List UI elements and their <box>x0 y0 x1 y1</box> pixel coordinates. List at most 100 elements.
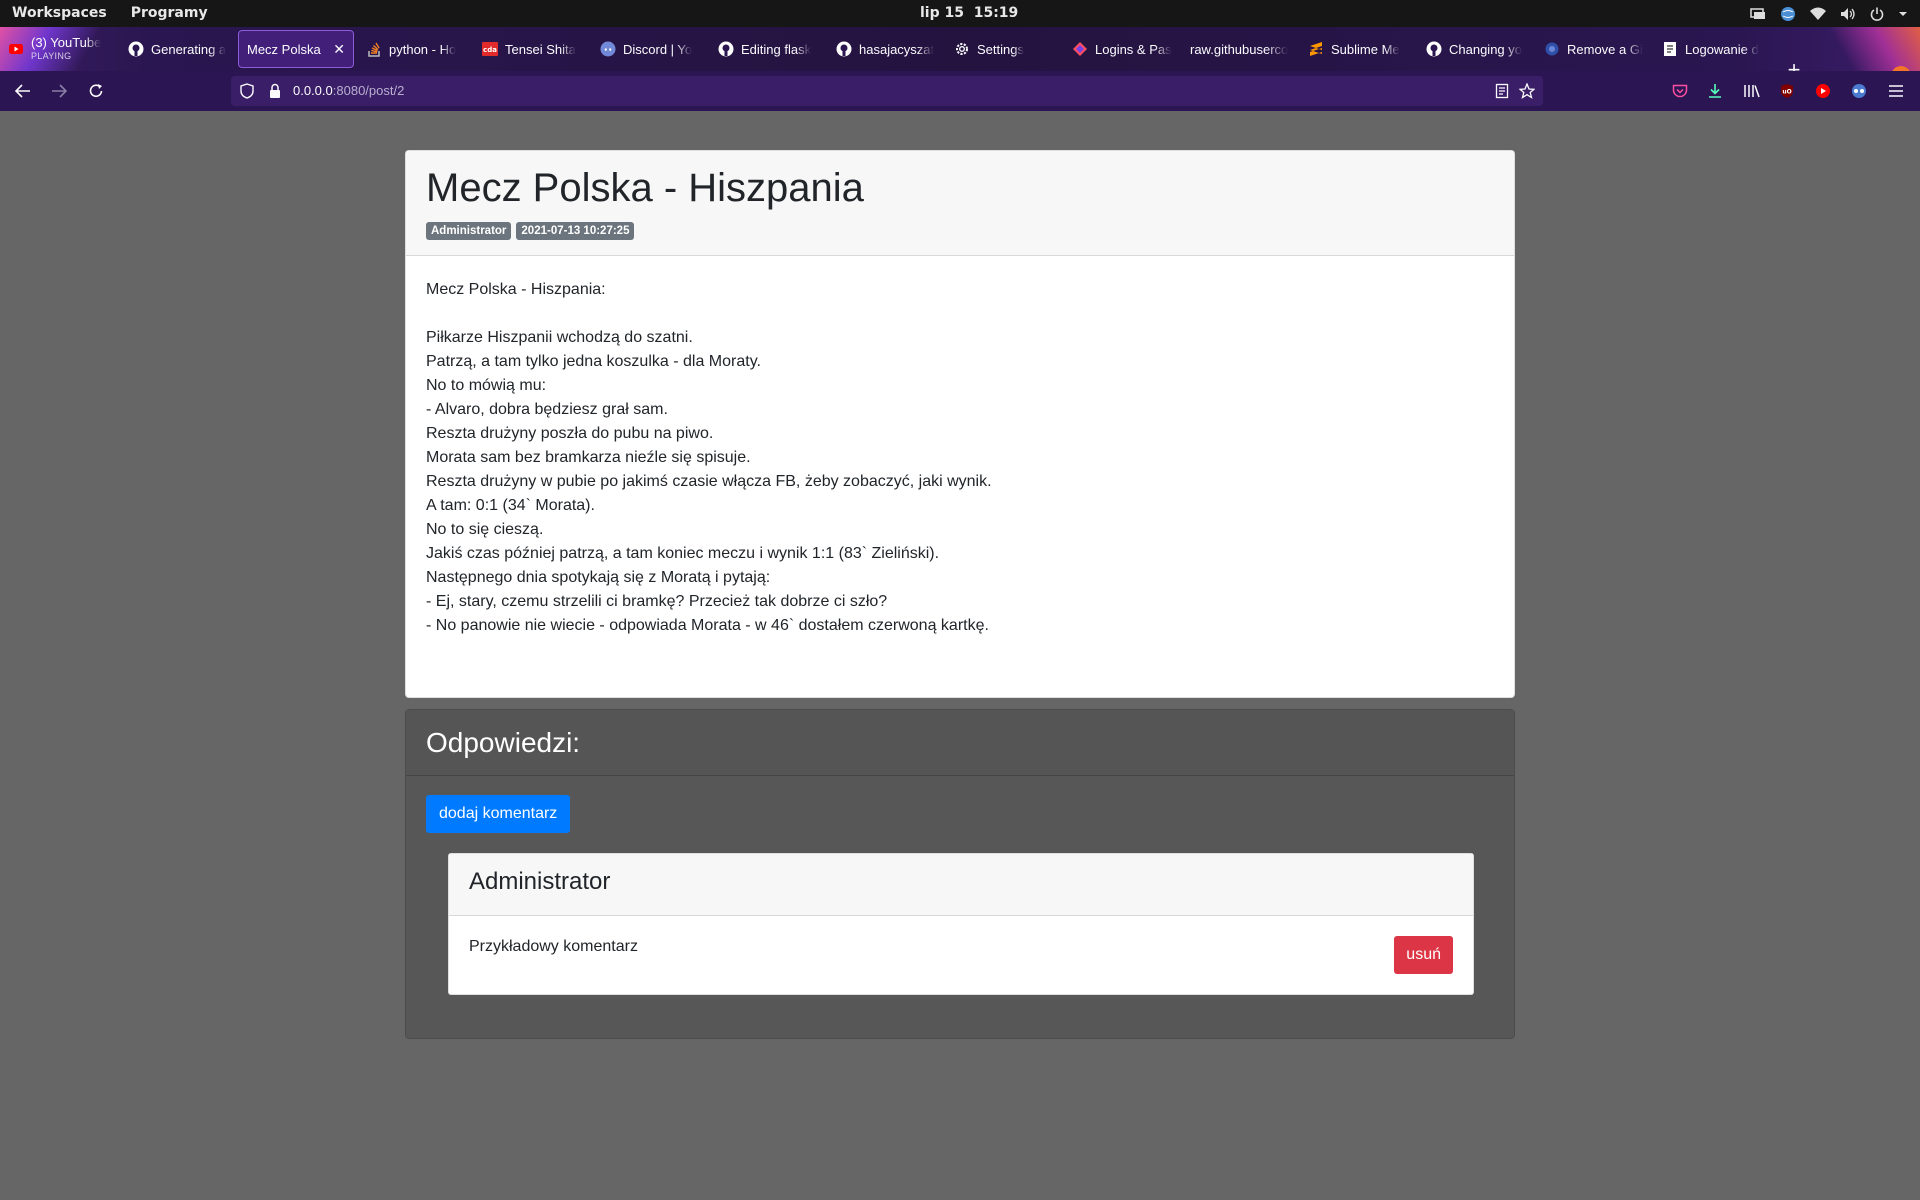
comment-header: Administrator <box>449 854 1473 916</box>
youtube-icon <box>8 41 24 57</box>
tab-python[interactable]: python - Ho <box>358 30 474 68</box>
post-line: A tam: 0:1 (34` Morata). <box>426 497 595 514</box>
post-line: No to mówią mu: <box>426 377 547 394</box>
tab-label: hasajacyszat <box>859 41 935 57</box>
forward-button[interactable] <box>49 81 69 101</box>
lockwise-icon <box>1072 41 1088 57</box>
tab-mecz-polska[interactable]: Mecz Polska - ✕ <box>238 30 354 68</box>
tab-raw-github[interactable]: raw.githubuserco <box>1182 30 1300 68</box>
tab-label: Mecz Polska - <box>247 41 324 57</box>
post-line: Piłkarze Hiszpanii wchodzą do szatni. <box>426 329 693 346</box>
tab-label: (3) YouTube <box>31 35 102 50</box>
workspaces-menu[interactable]: Workspaces <box>0 0 119 27</box>
tab-label: Logins & Pas <box>1095 41 1172 57</box>
post-line: - Alvaro, dobra będziesz grał sam. <box>426 401 668 418</box>
github-icon <box>1426 41 1442 57</box>
download-icon[interactable] <box>1705 81 1725 101</box>
svg-text:cda: cda <box>483 46 497 54</box>
tab-label: Tensei Shita <box>505 41 576 57</box>
navigation-toolbar: 0.0.0.0:8080/post/2 uO <box>0 71 1920 111</box>
tab-changing[interactable]: Changing yo <box>1418 30 1536 68</box>
comment-text: Przykładowy komentarz <box>469 938 638 955</box>
tab-label: Remove a Gi <box>1567 41 1643 57</box>
url-bar[interactable]: 0.0.0.0:8080/post/2 <box>231 76 1543 106</box>
add-comment-button[interactable]: dodaj komentarz <box>426 795 571 833</box>
tab-label: Editing flask <box>741 41 812 57</box>
post-meta: Administrator 2021-07-13 10:27:25 <box>426 222 1494 240</box>
gear-icon <box>954 41 970 57</box>
tab-label: Sublime Me <box>1331 41 1400 57</box>
extension-mask-icon[interactable] <box>1849 81 1869 101</box>
tab-label: Changing yo <box>1449 41 1522 57</box>
library-icon[interactable] <box>1742 81 1762 101</box>
wifi-icon[interactable] <box>1810 7 1826 21</box>
delete-comment-button[interactable]: usuń <box>1394 936 1453 974</box>
chevron-down-icon[interactable] <box>1898 10 1908 18</box>
post-card: Mecz Polska - Hiszpania Administrator 20… <box>405 150 1515 698</box>
svg-text:uO: uO <box>1782 89 1791 96</box>
url-text[interactable]: 0.0.0.0:8080/post/2 <box>293 76 404 106</box>
youtube-extension-icon[interactable] <box>1813 81 1833 101</box>
tab-label: raw.githubuserco <box>1190 41 1289 57</box>
tab-playing-label: PLAYING <box>31 50 72 61</box>
post-line: - No panowie nie wiecie - odpowiada Mora… <box>426 617 989 634</box>
bookmark-star-icon[interactable] <box>1518 82 1536 104</box>
tab-logowanie[interactable]: Logowanie d <box>1654 30 1772 68</box>
pocket-icon[interactable] <box>1670 81 1690 101</box>
git-icon <box>1544 41 1560 57</box>
discord-icon <box>600 41 616 57</box>
screen-share-icon[interactable] <box>1750 7 1766 21</box>
date-badge: 2021-07-13 10:27:25 <box>516 222 635 240</box>
comment-author: Administrator <box>469 868 611 895</box>
tab-label: Discord | Yo <box>623 41 693 57</box>
reload-button[interactable] <box>86 81 106 101</box>
tab-label: python - Ho <box>389 41 457 57</box>
post-line: Mecz Polska - Hiszpania: <box>426 281 606 298</box>
url-host: 0.0.0.0 <box>293 83 333 98</box>
post-line: Następnego dnia spotykają się z Moratą i… <box>426 569 771 586</box>
post-body: Mecz Polska - Hiszpania: Piłkarze Hiszpa… <box>406 256 1514 697</box>
shield-icon[interactable] <box>240 83 254 104</box>
tab-logins[interactable]: Logins & Pas <box>1064 30 1182 68</box>
hamburger-menu-icon[interactable] <box>1886 81 1906 101</box>
stackoverflow-icon <box>366 41 382 57</box>
post-line: No to się cieszą. <box>426 521 544 538</box>
back-button[interactable] <box>13 81 33 101</box>
power-icon[interactable] <box>1870 7 1884 21</box>
post-line <box>426 302 1494 326</box>
close-icon[interactable]: ✕ <box>333 41 345 58</box>
tab-editing-flask[interactable]: Editing flask <box>710 30 828 68</box>
tab-label: Generating a <box>151 41 226 57</box>
ublock-icon[interactable]: uO <box>1777 81 1797 101</box>
system-tray[interactable] <box>1750 0 1908 27</box>
tab-settings[interactable]: Settings <box>946 30 1064 68</box>
reader-view-icon[interactable] <box>1495 83 1509 104</box>
post-line: Patrzą, a tam tylko jedna koszulka - dla… <box>426 353 761 370</box>
tab-sublime[interactable]: Sublime Me <box>1300 30 1418 68</box>
tab-remove-git[interactable]: Remove a Gi <box>1536 30 1654 68</box>
volume-icon[interactable] <box>1840 7 1856 21</box>
github-icon <box>128 41 144 57</box>
programs-menu[interactable]: Programy <box>119 0 220 27</box>
tab-strip: (3) YouTube PLAYING Generating a Mecz Pol… <box>0 27 1920 86</box>
lock-icon[interactable] <box>268 83 282 104</box>
post-line: Reszta drużyny w pubie po jakimś czasie … <box>426 473 992 490</box>
replies-heading: Odpowiedzi: <box>426 727 581 758</box>
tab-label: Settings <box>977 41 1024 57</box>
post-line: Reszta drużyny poszła do pubu na piwo. <box>426 425 714 442</box>
replies-card: Odpowiedzi: dodaj komentarz Administrato… <box>405 709 1515 1039</box>
url-path: :8080/post/2 <box>332 83 405 98</box>
page-icon <box>1662 41 1678 57</box>
globe-icon[interactable] <box>1780 6 1796 22</box>
tab-hasajacyszat[interactable]: hasajacyszat <box>828 30 946 68</box>
tab-youtube[interactable]: (3) YouTube PLAYING <box>0 30 120 68</box>
tab-discord[interactable]: Discord | Yo <box>592 30 710 68</box>
tab-tensei[interactable]: cda Tensei Shita <box>474 30 592 68</box>
tab-generating[interactable]: Generating a <box>120 30 234 68</box>
page-viewport: Mecz Polska - Hiszpania Administrator 20… <box>0 111 1920 1200</box>
post-line: Morata sam bez bramkarza nieźle się spis… <box>426 449 751 466</box>
post-title: Mecz Polska - Hiszpania <box>426 166 864 210</box>
clock[interactable]: lip 15 15:19 <box>920 0 1018 27</box>
cda-icon: cda <box>482 41 498 57</box>
post-header: Mecz Polska - Hiszpania Administrator 20… <box>406 151 1514 256</box>
